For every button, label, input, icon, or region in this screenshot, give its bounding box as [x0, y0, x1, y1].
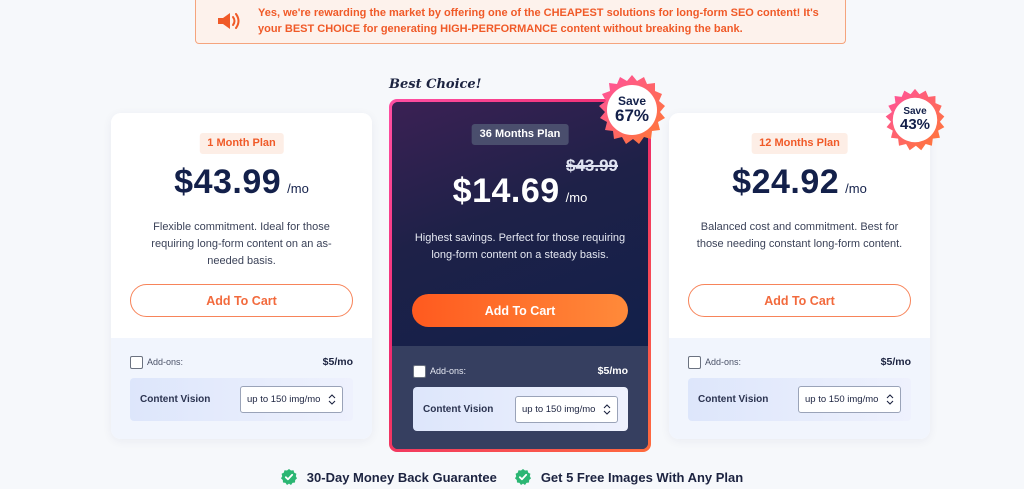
- price-period: /mo: [845, 181, 867, 196]
- addons-label: Add-ons:: [705, 357, 742, 367]
- addons-checkbox[interactable]: [130, 355, 143, 369]
- content-vision-select[interactable]: up to 150 img/mo: [798, 386, 901, 413]
- guarantee-label: Get 5 Free Images With Any Plan: [540, 469, 744, 485]
- content-vision-value: up to 150 img/mo: [247, 394, 321, 405]
- save-percent: 43%: [899, 116, 931, 134]
- addons-price: $5/mo: [322, 356, 353, 368]
- plan-price: $43.99: [174, 163, 282, 201]
- best-choice-ribbon: Best Choice!: [389, 77, 482, 92]
- content-vision-value: up to 150 img/mo: [805, 394, 879, 405]
- add-to-cart-button[interactable]: Add To Cart: [412, 294, 628, 327]
- content-vision-box: Content Vision up to 150 img/mo: [688, 378, 911, 421]
- content-vision-box: Content Vision up to 150 img/mo: [130, 378, 353, 421]
- addons-checkbox[interactable]: [688, 355, 701, 369]
- banner-line-1: Yes, we're rewarding the market by offer…: [258, 6, 819, 19]
- updown-chevron-icon: [603, 403, 611, 415]
- plan-description: Flexible commitment. Ideal for those req…: [151, 221, 332, 267]
- price-row: $14.69/mo: [392, 172, 648, 211]
- banner-line-2: your BEST CHOICE for generating HIGH-PER…: [258, 22, 743, 35]
- guarantees-row: 30-Day Money Back Guarantee Get 5 Free I…: [0, 469, 1024, 485]
- price-row: $43.99/mo: [111, 163, 372, 202]
- plan-description: Highest savings. Perfect for those requi…: [414, 232, 626, 261]
- content-vision-select[interactable]: up to 150 img/mo: [515, 395, 618, 423]
- plan-card-12-months: 12 Months Plan $24.92/mo Balanced cost a…: [669, 113, 930, 439]
- promo-banner: Yes, we're rewarding the market by offer…: [195, 0, 846, 44]
- plan-description: Balanced cost and commitment. Best for t…: [696, 221, 903, 250]
- content-vision-select[interactable]: up to 150 img/mo: [240, 386, 343, 413]
- addons-row: Add-ons: $5/mo: [130, 355, 353, 369]
- plan-card-1-month: 1 Month Plan $43.99/mo Flexible commitme…: [111, 113, 372, 439]
- price-period: /mo: [287, 181, 309, 196]
- addons-label: Add-ons:: [430, 366, 467, 376]
- add-to-cart-button[interactable]: Add To Cart: [688, 284, 911, 317]
- guarantee-money-back: 30-Day Money Back Guarantee: [280, 469, 497, 485]
- save-badge-43: Save 43%: [883, 88, 947, 152]
- updown-chevron-icon: [328, 394, 336, 405]
- save-percent: 67%: [614, 106, 650, 126]
- save-badge-67: Save 67%: [596, 74, 668, 146]
- plan-price: $14.69: [452, 172, 560, 210]
- addons-row: Add-ons: $5/mo: [688, 355, 911, 369]
- banner-text: Yes, we're rewarding the market by offer…: [258, 5, 819, 37]
- plan-price: $24.92: [732, 163, 840, 201]
- plan-card-36-months: 36 Months Plan $43.99 $14.69/mo Highest …: [389, 99, 651, 452]
- price-period: /mo: [565, 190, 588, 205]
- addons-price: $5/mo: [597, 365, 628, 377]
- addons-row: Add-ons: $5/mo: [413, 364, 628, 378]
- plan-badge: 12 Months Plan: [751, 133, 848, 154]
- check-badge-icon: [280, 469, 297, 485]
- price-row: $24.92/mo: [669, 163, 930, 202]
- updown-chevron-icon: [886, 394, 894, 405]
- content-vision-label: Content Vision: [140, 394, 211, 405]
- addons-checkbox[interactable]: [413, 364, 426, 378]
- add-to-cart-button[interactable]: Add To Cart: [130, 284, 353, 317]
- addons-price: $5/mo: [880, 356, 911, 368]
- plan-badge: 1 Month Plan: [199, 133, 284, 154]
- content-vision-value: up to 150 img/mo: [522, 403, 596, 415]
- content-vision-label: Content Vision: [698, 394, 769, 405]
- check-badge-icon: [514, 469, 531, 485]
- guarantee-label: 30-Day Money Back Guarantee: [306, 469, 497, 485]
- content-vision-box: Content Vision up to 150 img/mo: [413, 387, 628, 431]
- megaphone-icon: [218, 12, 240, 29]
- content-vision-label: Content Vision: [423, 403, 494, 415]
- plan-badge: 36 Months Plan: [471, 124, 569, 145]
- addons-label: Add-ons:: [147, 357, 184, 367]
- guarantee-free-images: Get 5 Free Images With Any Plan: [514, 469, 744, 485]
